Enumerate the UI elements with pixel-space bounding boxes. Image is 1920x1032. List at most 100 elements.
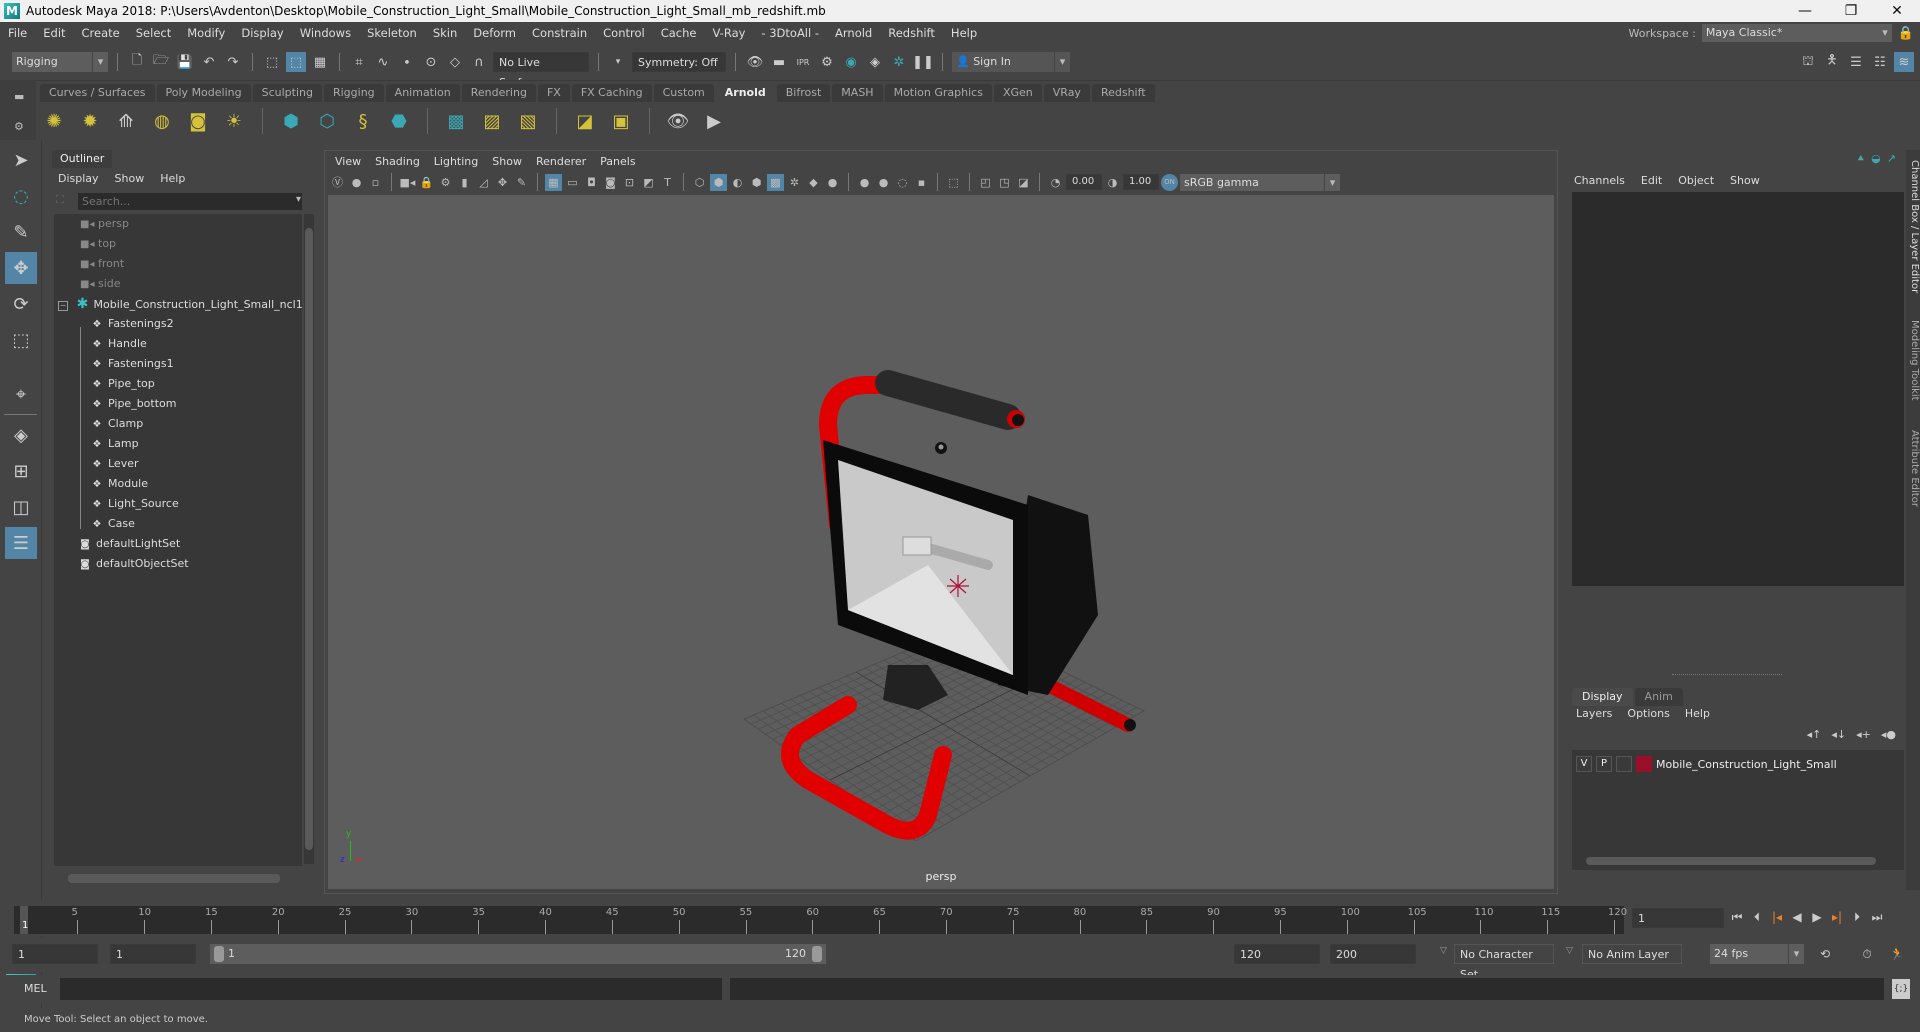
- outliner-menu-help[interactable]: Help: [160, 170, 185, 188]
- live-surface-field[interactable]: No Live Surface: [493, 52, 589, 89]
- render-setup-icon[interactable]: ◈: [865, 52, 885, 72]
- search-options-chevron-icon[interactable]: ▾: [296, 194, 301, 205]
- character-set-dropdown[interactable]: No Character Set: [1454, 944, 1554, 981]
- layer-tab-display[interactable]: Display: [1572, 688, 1633, 706]
- outliner-item[interactable]: ❖ Light_Source: [54, 494, 302, 514]
- layers-menu[interactable]: Layers: [1576, 707, 1612, 720]
- multisample-aa-icon[interactable]: ●: [875, 174, 892, 191]
- side-tab-modeling-toolkit[interactable]: Modeling Toolkit: [1906, 320, 1920, 401]
- viewport-menu-shading[interactable]: Shading: [375, 154, 420, 170]
- menu-constrain[interactable]: Constrain: [524, 26, 595, 40]
- image-plane-icon[interactable]: ◿: [475, 174, 492, 191]
- shelf-tab-motion-graphics[interactable]: Motion Graphics: [884, 84, 992, 102]
- outliner-item-camera[interactable]: ■◂ persp: [54, 214, 302, 234]
- menu-create[interactable]: Create: [74, 26, 128, 40]
- outliner-menu-display[interactable]: Display: [58, 170, 99, 188]
- object-menu[interactable]: Object: [1678, 174, 1714, 187]
- isolate-select-icon[interactable]: ⬚: [945, 174, 962, 191]
- minimize-button[interactable]: —: [1782, 3, 1828, 19]
- single-perspective-layout-icon[interactable]: ◈: [5, 419, 37, 451]
- outliner-menu-show[interactable]: Show: [115, 170, 145, 188]
- gate-mask-icon[interactable]: ◙: [602, 174, 619, 191]
- create-curve-collector-icon[interactable]: §: [349, 107, 377, 135]
- menu-modify[interactable]: Modify: [179, 26, 233, 40]
- screen-space-ao-icon[interactable]: ●: [824, 174, 841, 191]
- 2d-pan-zoom-icon[interactable]: ✥: [494, 174, 511, 191]
- outliner-item-set[interactable]: ◙ defaultLightSet: [54, 534, 302, 554]
- layer-playback-toggle[interactable]: P: [1596, 756, 1612, 772]
- layer-color-swatch[interactable]: [1636, 756, 1652, 772]
- menu-redshift[interactable]: Redshift: [880, 26, 943, 40]
- motion-blur-icon[interactable]: ●: [856, 174, 873, 191]
- animation-end-field[interactable]: 200: [1330, 944, 1416, 964]
- ipr-render-icon[interactable]: IPR: [793, 52, 813, 72]
- show-menu[interactable]: Show: [1730, 174, 1760, 187]
- menu-help[interactable]: Help: [943, 26, 985, 40]
- grid-icon[interactable]: ▦: [545, 173, 562, 191]
- fps-dropdown[interactable]: 24 fps ▾: [1710, 944, 1804, 964]
- mesh-light-icon[interactable]: ✹: [76, 107, 104, 135]
- shelf-tab-poly-modeling[interactable]: Poly Modeling: [156, 84, 251, 102]
- default-material-icon[interactable]: ◐: [729, 174, 746, 191]
- outliner-layout-icon[interactable]: ☰: [5, 527, 37, 559]
- step-back-frame-icon[interactable]: |◂: [1768, 908, 1786, 926]
- lasso-tool-icon[interactable]: ◌: [5, 180, 37, 212]
- shelf-tab-rendering[interactable]: Rendering: [461, 84, 536, 102]
- range-bar[interactable]: 1 120: [210, 944, 826, 964]
- attribute-editor-icon[interactable]: ☰: [1846, 52, 1866, 72]
- outliner-item-root-group[interactable]: − ✱ Mobile_Construction_Light_Small_ncl1_: [54, 294, 302, 314]
- outliner-item[interactable]: ❖ Fastenings1: [54, 354, 302, 374]
- sign-in-button[interactable]: 👤 Sign In ▾: [952, 52, 1070, 72]
- paint-select-tool-icon[interactable]: ✎: [5, 216, 37, 248]
- xray-icon[interactable]: ▪: [913, 174, 930, 191]
- undo-icon[interactable]: ↶: [199, 52, 219, 72]
- 3d-viewport[interactable]: y x z persp: [328, 195, 1554, 889]
- outliner-item-camera[interactable]: ■◂ side: [54, 274, 302, 294]
- shelf-tab-bifrost[interactable]: Bifrost: [776, 84, 831, 102]
- edit-menu[interactable]: Edit: [1641, 174, 1662, 187]
- outliner-item-camera[interactable]: ■◂ front: [54, 254, 302, 274]
- move-layer-up-icon[interactable]: ◂↑: [1807, 728, 1822, 741]
- shelf-tab-fx-caching[interactable]: FX Caching: [571, 84, 652, 102]
- layer-display-type-toggle[interactable]: [1616, 756, 1632, 772]
- layer-row[interactable]: V P Mobile_Construction_Light_Small: [1576, 756, 1837, 772]
- grease-pencil-icon[interactable]: ✎: [513, 174, 530, 191]
- menu-vray[interactable]: V-Ray: [704, 26, 753, 40]
- backface-culling-icon[interactable]: ◪: [1015, 174, 1032, 191]
- outliner-item[interactable]: ❖ Pipe_bottom: [54, 394, 302, 414]
- select-component-icon[interactable]: ▦: [310, 52, 330, 72]
- color-management-toggle[interactable]: ON: [1161, 173, 1178, 191]
- lock-cam-icon[interactable]: ▫: [367, 174, 384, 191]
- film-gate-icon[interactable]: ▭: [564, 174, 581, 191]
- photometric-light-icon[interactable]: ⟰: [112, 107, 140, 135]
- tool-settings-icon[interactable]: ☷: [1870, 52, 1890, 72]
- menu-file[interactable]: File: [0, 26, 35, 40]
- outliner-item[interactable]: ❖ Fastenings2: [54, 314, 302, 334]
- physical-sky-icon[interactable]: ☀: [220, 107, 248, 135]
- channel-box-area[interactable]: [1572, 192, 1904, 586]
- render-current-frame-icon[interactable]: ▬: [769, 52, 789, 72]
- maximize-button[interactable]: ❐: [1828, 3, 1874, 19]
- viewport-menu-view[interactable]: View: [335, 154, 361, 170]
- close-button[interactable]: ✕: [1874, 3, 1920, 19]
- menu-set-dropdown[interactable]: Rigging ▾: [12, 52, 108, 72]
- animation-preferences-icon[interactable]: 🏃: [1888, 945, 1906, 963]
- light-editor-icon[interactable]: ✲: [889, 52, 909, 72]
- flush-texture-cache-icon[interactable]: ▨: [478, 107, 506, 135]
- outliner-item-set[interactable]: ◙ defaultObjectSet: [54, 554, 302, 574]
- lock-icon[interactable]: 🔒: [1898, 26, 1914, 41]
- filter-icon[interactable]: ⛶: [56, 193, 64, 207]
- shelf-tab-redshift[interactable]: Redshift: [1091, 84, 1155, 102]
- menu-arnold[interactable]: Arnold: [827, 26, 880, 40]
- shelf-tab-sculpting[interactable]: Sculpting: [252, 84, 322, 102]
- gamma-field[interactable]: 1.00: [1123, 174, 1159, 190]
- flush-cache-icon[interactable]: ▧: [514, 107, 542, 135]
- lock-camera-icon[interactable]: 🔒: [418, 174, 435, 191]
- skydome-light-icon[interactable]: ◍: [148, 107, 176, 135]
- command-input[interactable]: [60, 978, 722, 1000]
- menu-skin[interactable]: Skin: [425, 26, 465, 40]
- outliner-horizontal-scrollbar[interactable]: [54, 872, 302, 884]
- menu-edit[interactable]: Edit: [35, 26, 73, 40]
- new-layer-icon[interactable]: ◂+: [1856, 728, 1871, 741]
- speed-icon[interactable]: ◒: [1871, 152, 1881, 166]
